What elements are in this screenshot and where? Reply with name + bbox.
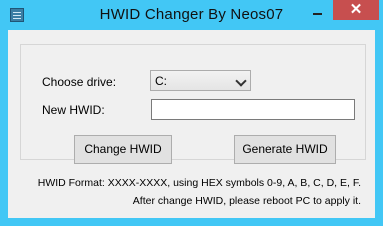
generate-hwid-button[interactable]: Generate HWID bbox=[234, 135, 336, 164]
format-info-text: HWID Format: XXXX-XXXX, using HEX symbol… bbox=[37, 177, 361, 189]
close-button[interactable]: ✕ bbox=[333, 0, 379, 20]
reboot-info-text: After change HWID, please reboot PC to a… bbox=[132, 195, 361, 207]
hwid-input[interactable] bbox=[151, 99, 355, 120]
chevron-down-icon bbox=[235, 75, 247, 87]
drive-select-value: C: bbox=[155, 74, 167, 88]
app-window: HWID Changer By Neos07 ✕ Choose drive: C… bbox=[0, 0, 383, 226]
title-bar[interactable]: HWID Changer By Neos07 ✕ bbox=[0, 0, 383, 30]
change-hwid-button[interactable]: Change HWID bbox=[74, 135, 172, 164]
hwid-label: New HWID: bbox=[42, 103, 105, 117]
client-area: Choose drive: C: New HWID: Change HWID G… bbox=[8, 30, 375, 218]
minimize-button[interactable] bbox=[305, 0, 331, 20]
drive-label: Choose drive: bbox=[42, 75, 117, 89]
settings-groupbox: Choose drive: C: New HWID: Change HWID G… bbox=[20, 44, 366, 164]
drive-select[interactable]: C: bbox=[150, 70, 251, 91]
